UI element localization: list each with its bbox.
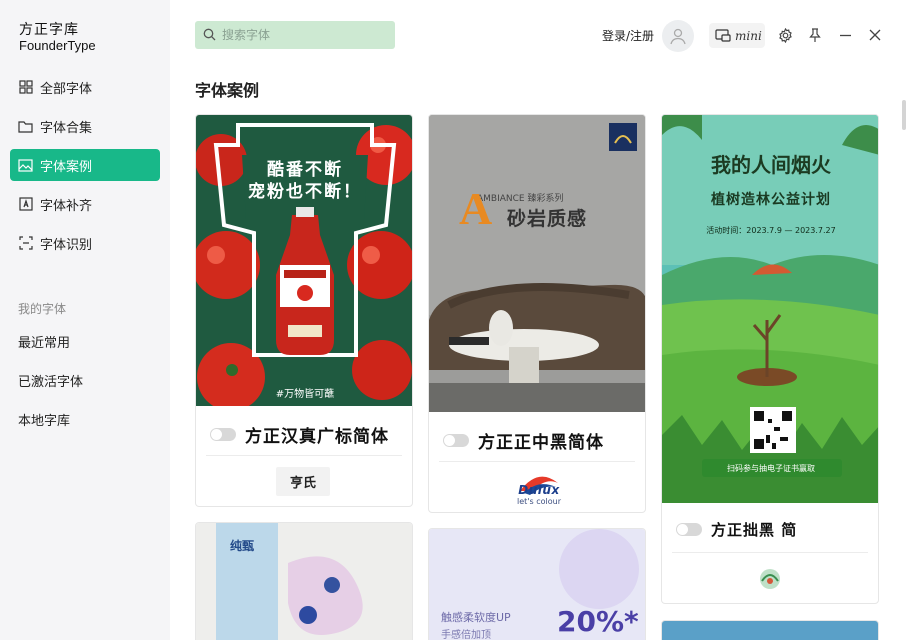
font-name: 方正正中黑简体 xyxy=(478,433,604,453)
case-poster-image: 触感柔软度UP 手感倍加顶 20%* xyxy=(429,529,645,640)
case-card[interactable]: 触感柔软度UP 手感倍加顶 20%* xyxy=(428,528,646,640)
search-box[interactable] xyxy=(195,21,395,49)
brand-logo-icon xyxy=(756,567,784,595)
activate-toggle[interactable] xyxy=(443,434,469,447)
pin-icon[interactable] xyxy=(807,27,823,43)
app-logo: 方正字库 FounderType xyxy=(19,22,96,54)
case-poster-image: 酷番不断 宠粉也不断！ #万物皆可蘸 xyxy=(196,115,412,406)
brand-tag: 亨氏 xyxy=(276,467,331,496)
poster-headline: 砂岩质感 xyxy=(507,208,588,230)
sidebar-nav: 全部字体 字体合集 字体案例 字体补齐 字体识别 xyxy=(10,71,160,266)
case-card[interactable] xyxy=(661,620,879,640)
settings-gear-icon[interactable] xyxy=(777,27,793,43)
sidebar-item-all-fonts[interactable]: 全部字体 xyxy=(10,71,160,103)
brand-subtitle: let's colour xyxy=(517,497,561,506)
sidebar-item-label: 字体补齐 xyxy=(40,198,93,214)
case-poster-image: AMBIANCE 臻彩系列 A 砂岩质感 xyxy=(429,115,645,412)
poster-subheadline: 植树造林公益计划 xyxy=(711,192,831,208)
mini-window-icon xyxy=(715,29,731,42)
sidebar-item-recent[interactable]: 最近常用 xyxy=(18,336,83,375)
sidebar-item-label: 字体合集 xyxy=(40,120,93,136)
poster-headline: 我的人间烟火 xyxy=(711,153,831,177)
font-activate-row[interactable]: 方正汉真广标简体 xyxy=(210,422,389,447)
brand-logo: Dulux let's colour xyxy=(515,471,563,506)
my-fonts-list: 最近常用 已激活字体 本地字库 xyxy=(18,336,83,453)
case-card[interactable]: 我的人间烟火 植树造林公益计划 活动时间：2023.7.9 — 2023.7.2… xyxy=(661,114,879,604)
logo-cn: 方正字库 xyxy=(19,22,79,38)
mini-mode-button[interactable]: mini xyxy=(709,23,765,48)
sidebar-item-collections[interactable]: 字体合集 xyxy=(10,110,160,142)
sidebar-item-label: 全部字体 xyxy=(40,81,93,97)
sidebar-item-label: 字体识别 xyxy=(40,237,93,253)
activate-toggle[interactable] xyxy=(210,428,236,441)
case-poster-image: 我的人间烟火 植树造林公益计划 活动时间：2023.7.9 — 2023.7.2… xyxy=(662,115,878,503)
case-card[interactable]: 纯甄 xyxy=(195,522,413,640)
card-divider xyxy=(672,552,868,553)
page-title: 字体案例 xyxy=(195,81,260,100)
minimize-icon[interactable] xyxy=(837,27,853,43)
folder-icon xyxy=(18,119,33,134)
font-name: 方正汉真广标简体 xyxy=(245,427,389,447)
image-icon xyxy=(18,158,33,173)
sidebar-item-label: 字体案例 xyxy=(40,159,93,175)
font-activate-row[interactable]: 方正拙黑 简 xyxy=(676,519,797,540)
scan-icon xyxy=(18,236,33,251)
sidebar: 方正字库 FounderType 全部字体 字体合集 字体案例 字体补齐 字体识… xyxy=(0,0,170,640)
sidebar-item-cases[interactable]: 字体案例 xyxy=(10,149,160,181)
poster-brand: 纯甄 xyxy=(230,539,255,553)
search-icon xyxy=(203,26,216,45)
font-fill-icon xyxy=(18,197,33,212)
sidebar-item-activated[interactable]: 已激活字体 xyxy=(18,375,83,414)
close-icon[interactable] xyxy=(867,27,883,43)
case-card[interactable]: AMBIANCE 臻彩系列 A 砂岩质感 方正正中黑简体 Dulux let's… xyxy=(428,114,646,513)
card-divider xyxy=(439,461,635,462)
poster-dates: 活动时间：2023.7.9 — 2023.7.27 xyxy=(706,226,836,235)
sidebar-item-local[interactable]: 本地字库 xyxy=(18,414,83,453)
logo-en: FounderType xyxy=(19,38,96,53)
poster-percent: 20%* xyxy=(557,605,639,638)
sidebar-item-font-fill[interactable]: 字体补齐 xyxy=(10,188,160,220)
sidebar-item-recognition[interactable]: 字体识别 xyxy=(10,227,160,259)
mini-label: mini xyxy=(735,28,762,43)
my-fonts-heading: 我的字体 xyxy=(18,302,67,316)
activate-toggle[interactable] xyxy=(676,523,702,536)
poster-subheadline: 宠粉也不断！ xyxy=(248,182,362,202)
font-activate-row[interactable]: 方正正中黑简体 xyxy=(443,428,604,453)
poster-qr-caption: 扫码参与抽电子证书赢取 xyxy=(727,464,815,473)
case-poster-image: 纯甄 xyxy=(196,523,412,640)
poster-hashtag: #万物皆可蘸 xyxy=(275,389,335,400)
poster-a-mark: A xyxy=(459,183,493,234)
grid-icon xyxy=(18,80,33,95)
card-divider xyxy=(206,455,402,456)
search-input[interactable] xyxy=(222,28,382,42)
avatar[interactable] xyxy=(662,20,694,52)
poster-line-2: 手感倍加顶 xyxy=(441,630,491,640)
login-link[interactable]: 登录/注册 xyxy=(602,27,654,44)
case-card[interactable]: 酷番不断 宠粉也不断！ #万物皆可蘸 方正汉真广标简体 亨氏 xyxy=(195,114,413,507)
user-icon xyxy=(670,28,686,45)
poster-line: 触感柔软度UP xyxy=(441,611,511,624)
font-name: 方正拙黑 简 xyxy=(711,521,798,539)
brand-name: Dulux xyxy=(518,483,560,497)
scrollbar-thumb[interactable] xyxy=(902,100,906,130)
